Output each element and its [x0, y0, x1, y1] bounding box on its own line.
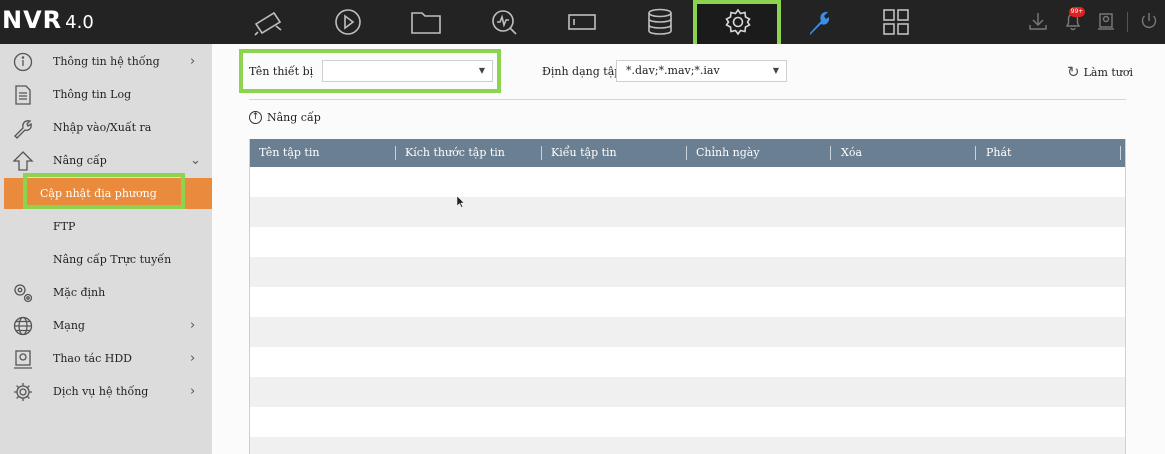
sidebar-item-system-info[interactable]: Thông tin hệ thống ›	[0, 45, 212, 78]
app-version: 4.0	[65, 12, 94, 33]
column-divider	[975, 146, 976, 160]
document-icon	[15, 84, 31, 105]
gears-icon	[14, 283, 33, 302]
mouse-cursor-icon	[457, 196, 465, 208]
sidebar-item-log[interactable]: Thông tin Log	[0, 78, 212, 111]
table-row[interactable]	[250, 167, 1125, 197]
chevron-right-icon: ›	[190, 351, 196, 366]
table-row[interactable]	[250, 257, 1125, 287]
wrench-icon	[14, 119, 32, 139]
table-row[interactable]	[250, 227, 1125, 257]
storage-icon[interactable]	[638, 4, 682, 40]
sidebar-item-label: Dịch vụ hệ thống	[53, 385, 149, 398]
table-row[interactable]	[250, 407, 1125, 437]
upgrade-label: Nâng cấp	[267, 111, 321, 124]
device-field-highlight	[239, 49, 501, 93]
settings-icon	[14, 382, 32, 401]
gear-icon[interactable]	[716, 4, 760, 40]
divider	[1127, 12, 1128, 32]
top-bar: NVR 4.0 99+	[0, 0, 1165, 48]
table-header: Tên tập tin Kích thước tập tin Kiểu tập …	[250, 139, 1125, 167]
info-icon	[13, 52, 33, 71]
refresh-label: Làm tươi	[1083, 65, 1134, 79]
sidebar-item-online-upgrade[interactable]: Nâng cấp Trực tuyến	[0, 243, 212, 276]
playback-icon[interactable]	[326, 4, 370, 40]
table-row[interactable]	[250, 347, 1125, 377]
sidebar-item-label: Nâng cấp Trực tuyến	[53, 253, 172, 266]
column-header[interactable]: Kiểu tập tin	[542, 139, 617, 167]
column-header[interactable]: Chỉnh ngày	[687, 139, 760, 167]
sidebar-item-label: Thao tác HDD	[53, 352, 132, 365]
sidebar-item-import-export[interactable]: Nhập vào/Xuất ra	[0, 111, 212, 144]
refresh-icon: ↻	[1067, 63, 1080, 81]
table-row[interactable]	[250, 377, 1125, 407]
upgrade-button[interactable]: ↑ Nâng cấp	[249, 111, 321, 124]
notification-badge: 99+	[1069, 7, 1085, 17]
download-icon[interactable]	[1027, 10, 1049, 32]
brand-name: NVR	[2, 6, 63, 34]
table-row[interactable]	[250, 437, 1125, 454]
sidebar: Thông tin hệ thống › Thông tin Log Nhập …	[0, 44, 212, 454]
wrench-icon[interactable]	[796, 4, 840, 40]
sidebar-item-default[interactable]: Mặc định	[0, 276, 212, 309]
chevron-down-icon: ⌄	[190, 153, 201, 168]
user-icon[interactable]	[1095, 10, 1117, 32]
arrow-up-icon: ↑	[249, 111, 262, 124]
chevron-right-icon: ›	[190, 318, 196, 333]
sidebar-item-label: Thông tin Log	[53, 88, 132, 101]
globe-icon	[13, 316, 33, 335]
sidebar-item-label: Mặc định	[53, 286, 106, 299]
refresh-button[interactable]: ↻ Làm tươi	[1067, 63, 1133, 81]
folder-icon[interactable]	[404, 4, 448, 40]
camera-icon[interactable]	[246, 4, 290, 40]
app-logo: NVR 4.0	[2, 6, 94, 34]
dropdown-arrow-icon: ▼	[772, 66, 779, 75]
active-item-highlight	[23, 173, 185, 209]
hdd-icon	[14, 349, 32, 369]
search-analytics-icon[interactable]	[482, 4, 526, 40]
chevron-right-icon: ›	[190, 54, 196, 69]
sidebar-item-label: Thông tin hệ thống	[53, 55, 160, 68]
grid-icon[interactable]	[874, 4, 918, 40]
divider	[249, 99, 1126, 100]
file-format-select[interactable]: *.dav;*.mav;*.iav ▼	[616, 60, 787, 82]
file-format-value: *.dav;*.mav;*.iav	[626, 64, 720, 77]
sidebar-item-label: Mạng	[53, 319, 85, 332]
device-icon[interactable]	[560, 4, 604, 40]
table-row[interactable]	[250, 287, 1125, 317]
sidebar-item-ftp[interactable]: FTP	[0, 210, 212, 243]
sidebar-item-label: FTP	[53, 220, 76, 233]
file-table: Tên tập tin Kích thước tập tin Kiểu tập …	[249, 139, 1126, 454]
sidebar-item-system-service[interactable]: Dịch vụ hệ thống ›	[0, 375, 212, 408]
sidebar-item-network[interactable]: Mạng ›	[0, 309, 212, 342]
column-divider	[830, 146, 831, 160]
upgrade-icon	[12, 150, 34, 171]
sidebar-item-label: Nhập vào/Xuất ra	[53, 121, 152, 134]
column-header[interactable]: Kích thước tập tin	[396, 139, 505, 167]
table-row[interactable]	[250, 317, 1125, 347]
column-header[interactable]: Phát	[977, 139, 1011, 167]
column-divider	[1120, 146, 1121, 160]
sidebar-item-label: Nâng cấp	[53, 154, 107, 167]
power-icon[interactable]	[1138, 10, 1160, 32]
column-header[interactable]: Tên tập tin	[250, 139, 319, 167]
sidebar-item-hdd[interactable]: Thao tác HDD ›	[0, 342, 212, 375]
table-row[interactable]	[250, 197, 1125, 227]
column-header[interactable]: Xóa	[832, 139, 862, 167]
chevron-right-icon: ›	[190, 384, 196, 399]
